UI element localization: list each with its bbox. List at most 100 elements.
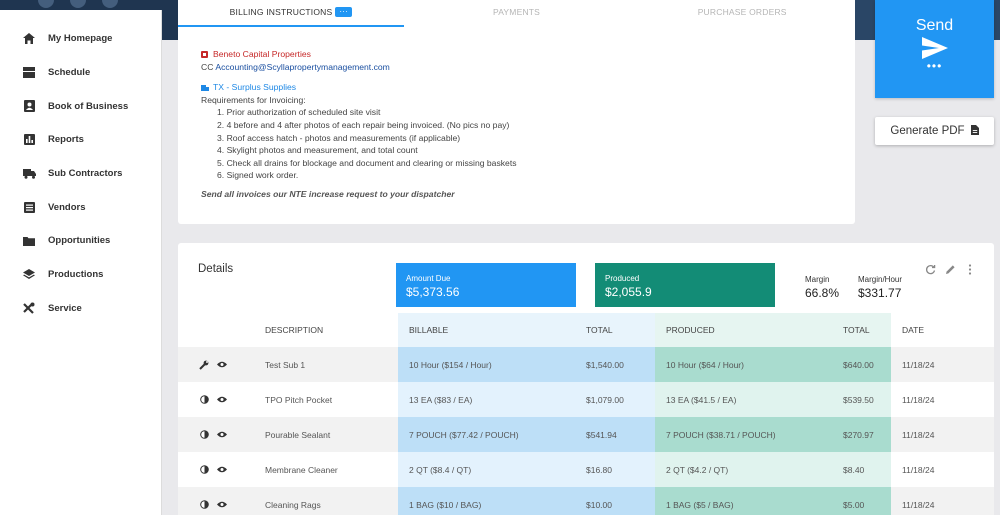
dispatcher-note: Send all invoices our NTE increase reque… (201, 188, 455, 199)
billing-panel: BILLING INSTRUCTIONS ··· PAYMENTS PURCHAS… (178, 0, 855, 224)
amount-due-value: $5,373.56 (406, 285, 460, 299)
header-avatar-icon[interactable] (70, 0, 86, 8)
more-vertical-icon[interactable] (964, 263, 976, 275)
produced-label: Produced (605, 274, 640, 283)
requirements-list: Prior authorization of scheduled site vi… (217, 106, 855, 182)
description-cell: Cleaning Rags (254, 487, 398, 515)
sidebar-item-reports[interactable]: Reports (0, 123, 162, 157)
column-header-produced[interactable]: PRODUCED (655, 313, 832, 347)
table-row[interactable]: TPO Pitch Pocket 13 EA ($83 / EA) $1,079… (178, 382, 994, 417)
generate-pdf-button[interactable]: Generate PDF (875, 117, 994, 145)
requirement-item: Prior authorization of scheduled site vi… (217, 106, 855, 119)
description-cell: Membrane Cleaner (254, 452, 398, 487)
tab-billing-instructions[interactable]: BILLING INSTRUCTIONS ··· (178, 0, 404, 27)
tab-label: BILLING INSTRUCTIONS (229, 7, 333, 17)
folder-icon (22, 234, 36, 248)
requirement-item: Signed work order. (217, 169, 855, 182)
details-toolbar (924, 263, 976, 275)
tab-label: PURCHASE ORDERS (697, 7, 787, 17)
send-button[interactable]: Send ••• (875, 0, 994, 98)
list-icon (22, 200, 36, 214)
billable-total-cell: $16.80 (575, 452, 655, 487)
contrast-icon[interactable] (199, 500, 209, 510)
sidebar-item-service[interactable]: Service (0, 292, 162, 326)
eye-icon[interactable] (217, 465, 227, 475)
sidebar-item-productions[interactable]: Productions (0, 258, 162, 292)
layers-icon (22, 268, 36, 282)
sidebar-item-label: Reports (48, 134, 84, 146)
header-avatar-icon[interactable] (38, 0, 54, 8)
supplier-name[interactable]: TX - Surplus Supplies (213, 82, 296, 92)
column-header-produced-total[interactable]: TOTAL (832, 313, 891, 347)
tools-icon (22, 301, 36, 315)
requirement-item: 4 before and 4 after photos of each repa… (217, 119, 855, 132)
tab-bar: BILLING INSTRUCTIONS ··· PAYMENTS PURCHAS… (178, 0, 855, 27)
requirement-item: Skylight photos and measurement, and tot… (217, 144, 855, 157)
company-name[interactable]: Beneto Capital Properties (213, 49, 311, 59)
sidebar-header-strip (0, 0, 162, 10)
table-row[interactable]: Test Sub 1 10 Hour ($154 / Hour) $1,540.… (178, 347, 994, 382)
sidebar-item-label: Sub Contractors (48, 168, 123, 180)
eye-icon[interactable] (217, 395, 227, 405)
sidebar-item-label: Book of Business (48, 100, 129, 112)
table-row[interactable]: Cleaning Rags 1 BAG ($10 / BAG) $10.00 1… (178, 487, 994, 515)
date-cell: 11/18/24 (891, 417, 994, 452)
eye-icon[interactable] (217, 360, 227, 370)
produced-card: Produced $2,055.9 (595, 263, 775, 307)
table-row[interactable]: Pourable Sealant 7 POUCH ($77.42 / POUCH… (178, 417, 994, 452)
description-cell: Test Sub 1 (254, 347, 398, 382)
sidebar-item-book-of-business[interactable]: Book of Business (0, 89, 162, 123)
supplier-line: TX - Surplus Supplies (201, 81, 855, 94)
schedule-icon (22, 66, 36, 80)
billable-total-cell: $541.94 (575, 417, 655, 452)
details-table: DESCRIPTION BILLABLE TOTAL PRODUCED TOTA… (178, 313, 994, 515)
table-row[interactable]: Membrane Cleaner 2 QT ($8.4 / QT) $16.80… (178, 452, 994, 487)
eye-icon[interactable] (217, 500, 227, 510)
sidebar-item-schedule[interactable]: Schedule (0, 56, 162, 90)
produced-cell: 7 POUCH ($38.71 / POUCH) (655, 417, 832, 452)
refresh-icon[interactable] (924, 263, 936, 275)
tab-purchase-orders[interactable]: PURCHASE ORDERS (629, 0, 855, 27)
column-header-billable-total[interactable]: TOTAL (575, 313, 655, 347)
sidebar-item-sub-contractors[interactable]: Sub Contractors (0, 157, 162, 191)
header-avatar-icon[interactable] (102, 0, 118, 8)
date-cell: 11/18/24 (891, 347, 994, 382)
column-header-billable[interactable]: BILLABLE (398, 313, 575, 347)
contrast-icon[interactable] (199, 465, 209, 475)
produced-value: $2,055.9 (605, 285, 652, 299)
produced-cell: 10 Hour ($64 / Hour) (655, 347, 832, 382)
margin-label: Margin (805, 275, 830, 284)
wrench-icon[interactable] (199, 360, 209, 370)
sidebar-item-opportunities[interactable]: Opportunities (0, 224, 162, 258)
produced-total-cell: $8.40 (832, 452, 891, 487)
billing-instructions: Beneto Capital Properties CC Accounting@… (178, 27, 855, 201)
sidebar-item-my-homepage[interactable]: My Homepage (0, 22, 162, 56)
column-header-date[interactable]: DATE (891, 313, 994, 347)
edit-pencil-icon[interactable] (944, 263, 956, 275)
sidebar-item-vendors[interactable]: Vendors (0, 190, 162, 224)
row-actions (178, 452, 254, 487)
cc-prefix: CC (201, 61, 214, 72)
company-icon (201, 49, 208, 58)
row-actions (178, 417, 254, 452)
billable-cell: 1 BAG ($10 / BAG) (398, 487, 575, 515)
cc-email-link[interactable]: Accounting@Scyllapropertymanagement.com (215, 62, 389, 72)
billable-total-cell: $10.00 (575, 487, 655, 515)
eye-icon[interactable] (217, 430, 227, 440)
billable-cell: 13 EA ($83 / EA) (398, 382, 575, 417)
contact-book-icon (22, 99, 36, 113)
billable-total-cell: $1,540.00 (575, 347, 655, 382)
billable-cell: 7 POUCH ($77.42 / POUCH) (398, 417, 575, 452)
contrast-icon[interactable] (199, 430, 209, 440)
produced-total-cell: $640.00 (832, 347, 891, 382)
sidebar-item-label: Opportunities (48, 235, 111, 247)
column-header-description[interactable]: DESCRIPTION (254, 313, 398, 347)
produced-total-cell: $270.97 (832, 417, 891, 452)
contrast-icon[interactable] (199, 395, 209, 405)
description-cell: Pourable Sealant (254, 417, 398, 452)
margin-hour-label: Margin/Hour (858, 275, 903, 284)
tab-payments[interactable]: PAYMENTS (404, 0, 630, 27)
table-header-row: DESCRIPTION BILLABLE TOTAL PRODUCED TOTA… (178, 313, 994, 347)
send-more-icon[interactable]: ••• (875, 60, 994, 72)
more-badge[interactable]: ··· (335, 7, 352, 17)
